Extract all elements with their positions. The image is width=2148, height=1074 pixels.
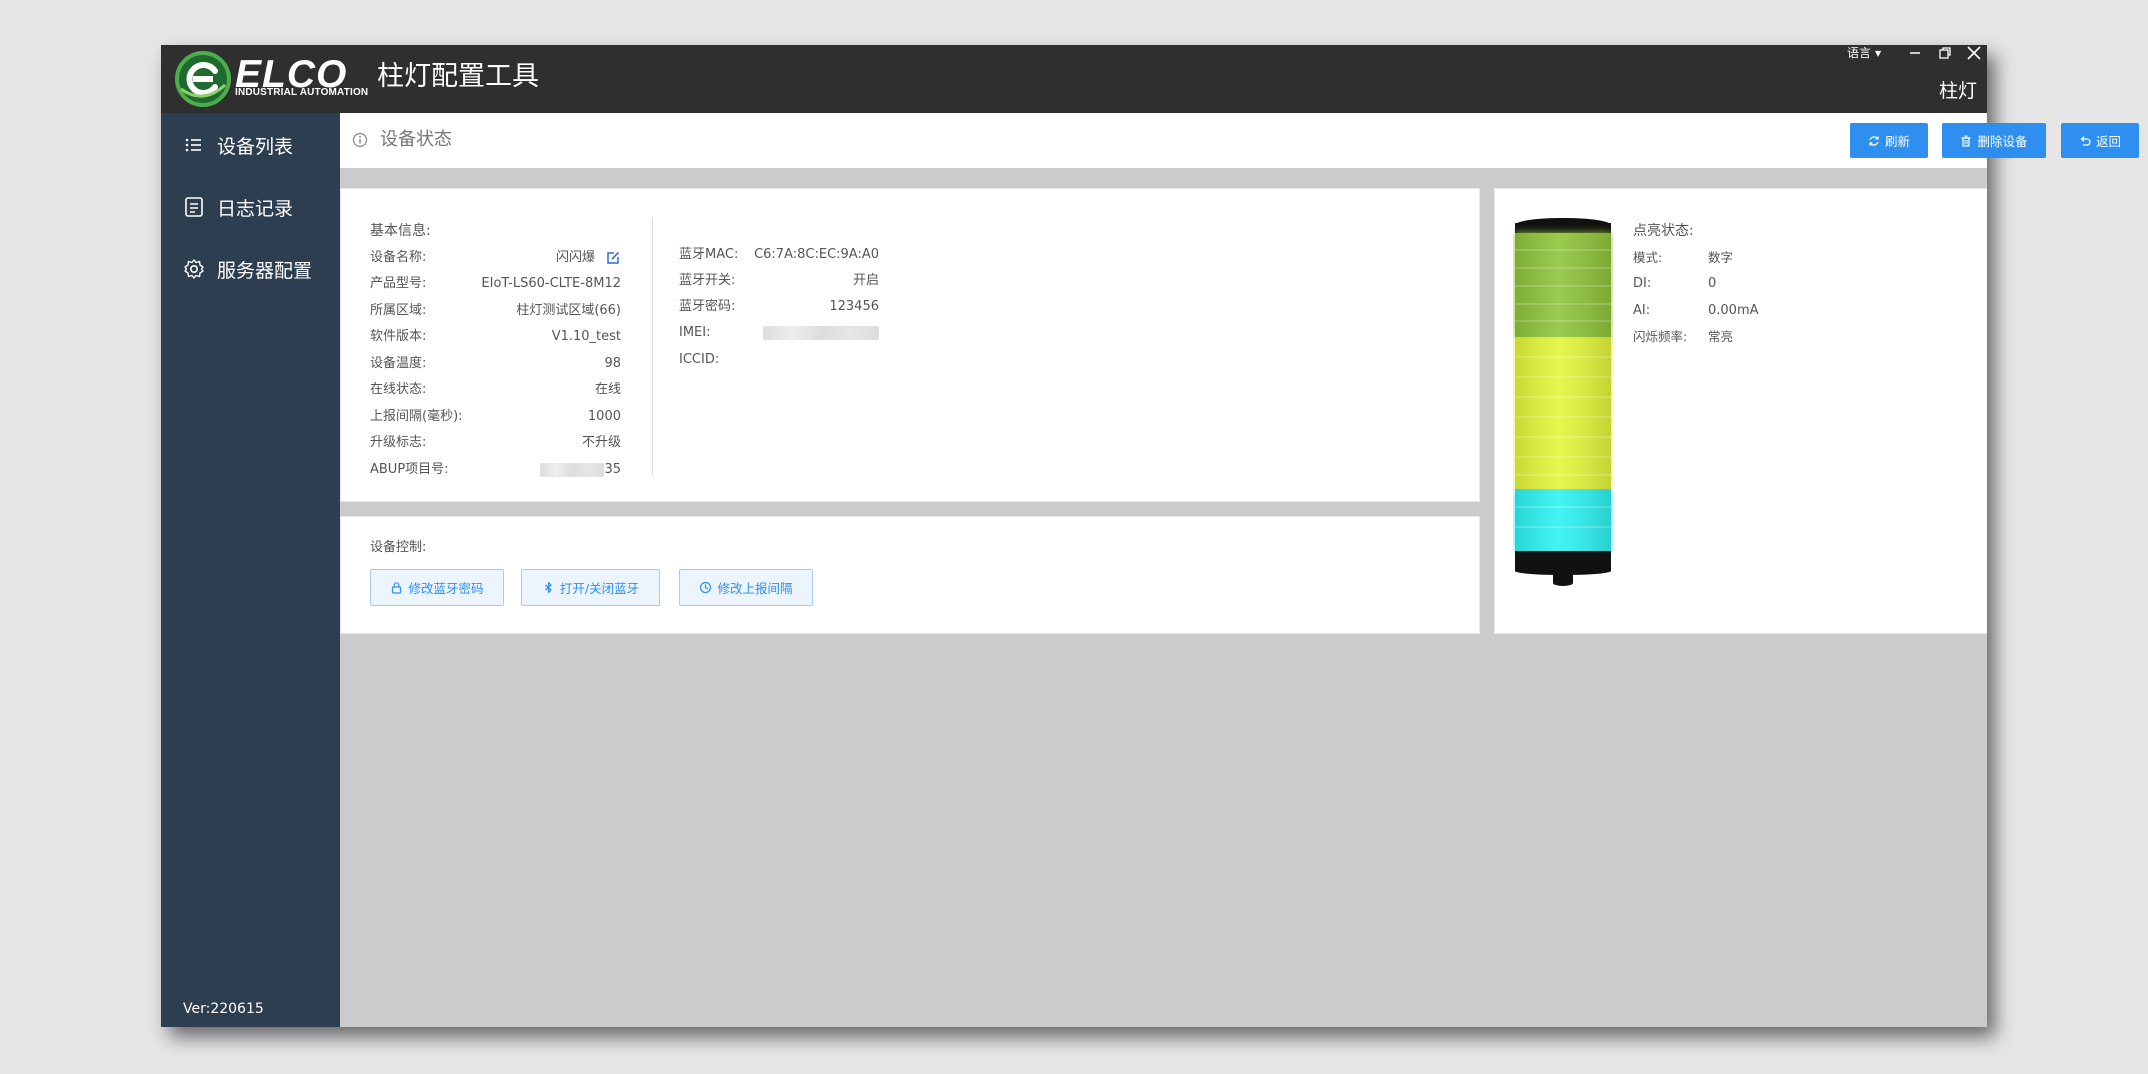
elco-logo-icon: [175, 51, 231, 107]
bluetooth-icon: [544, 581, 552, 594]
back-button[interactable]: 返回: [2061, 123, 2139, 158]
window-subtitle: 柱灯: [1938, 80, 1977, 102]
refresh-icon: [1869, 135, 1879, 146]
delete-device-button[interactable]: 删除设备: [1942, 123, 2046, 158]
sidebar-item-label: 服务器配置: [217, 259, 313, 282]
product-model-label: 产品型号:: [370, 276, 427, 291]
mode-value: 数字: [1708, 250, 1734, 265]
abup-project-value: 35: [540, 461, 621, 479]
mode-label: 模式:: [1633, 250, 1663, 265]
return-icon: [2080, 135, 2091, 146]
upgrade-flag-value: 不升级: [581, 435, 621, 450]
log-icon: [185, 197, 203, 217]
abup-project-suffix: 35: [604, 462, 621, 477]
di-value: 0: [1708, 276, 1717, 291]
di-label: DI:: [1633, 276, 1652, 291]
bt-mac-label: 蓝牙MAC:: [679, 247, 739, 262]
online-status-label: 在线状态:: [370, 382, 427, 397]
imei-label: IMEI:: [679, 325, 711, 340]
column-divider: [652, 217, 653, 475]
change-bt-password-label: 修改蓝牙密码: [408, 581, 484, 596]
page-title: 设备状态: [380, 129, 452, 150]
brand-subtitle: INDUSTRIAL AUTOMATION: [235, 86, 369, 98]
ai-label: AI:: [1633, 303, 1651, 318]
caret-down-icon: ▼: [1875, 48, 1882, 58]
blink-frequency-label: 闪烁频率:: [1633, 329, 1688, 344]
change-interval-label: 修改上报间隔: [717, 581, 793, 596]
toggle-bluetooth-label: 打开/关闭蓝牙: [559, 581, 640, 596]
sidebar-item-logs[interactable]: 日志记录: [161, 185, 340, 229]
trash-icon: [1961, 135, 1971, 147]
bt-mac-value: C6:7A:8C:EC:9A:A0: [754, 247, 879, 262]
toggle-bluetooth-button[interactable]: 打开/关闭蓝牙: [521, 569, 660, 606]
redacted-value: [763, 325, 879, 340]
clock-icon: [700, 581, 712, 594]
minimize-icon[interactable]: [1905, 45, 1925, 61]
region-value: 柱灯测试区域(66): [516, 303, 621, 318]
version-label: Ver:220615: [183, 1001, 264, 1017]
software-version-value: V1.10_test: [551, 329, 621, 344]
delete-device-button-label: 删除设备: [1977, 134, 2028, 149]
temperature-value: 98: [604, 356, 621, 371]
lock-icon: [392, 582, 402, 594]
redacted-value: [540, 462, 605, 477]
region-label: 所属区域:: [370, 303, 427, 318]
bt-password-label: 蓝牙密码:: [679, 299, 736, 314]
refresh-button-label: 刷新: [1884, 134, 1910, 149]
device-info-card: 基本信息: 设备名称: 闪闪爆 产品型号: EIoT-LS60-CLTE-8M1…: [340, 188, 1480, 502]
list-icon: [185, 138, 201, 152]
language-dropdown[interactable]: 语言 ▼: [1847, 45, 1881, 62]
tower-light-icon: [1515, 218, 1611, 586]
device-control-title: 设备控制:: [370, 540, 427, 555]
bt-switch-label: 蓝牙开关:: [679, 273, 736, 288]
device-name-label: 设备名称:: [370, 250, 427, 265]
device-control-card: 设备控制: 修改蓝牙密码 打开/关闭蓝牙 修改上报间隔: [340, 516, 1480, 634]
sidebar-item-label: 设备列表: [217, 135, 294, 158]
software-version-label: 软件版本:: [370, 329, 427, 344]
iccid-label: ICCID:: [679, 352, 720, 367]
bt-password-value: 123456: [829, 299, 879, 314]
upgrade-flag-label: 升级标志:: [370, 435, 427, 450]
back-button-label: 返回: [2095, 134, 2121, 149]
info-icon: [352, 132, 368, 148]
refresh-button[interactable]: 刷新: [1850, 123, 1928, 158]
app-window: ELCO INDUSTRIAL AUTOMATION 柱灯配置工具 语言 ▼ 柱灯…: [161, 45, 2139, 1027]
change-interval-button[interactable]: 修改上报间隔: [679, 569, 813, 606]
sidebar: 设备列表 日志记录 服务器配置 Ver:220615: [161, 113, 340, 1027]
basic-info-title: 基本信息:: [370, 223, 431, 239]
light-status-card: 点亮状态: 模式: 数字 DI: 0 AI: 0.00mA 闪烁频率: 常亮: [1494, 188, 1987, 634]
change-bt-password-button[interactable]: 修改蓝牙密码: [370, 569, 504, 606]
device-name-value: 闪闪爆: [555, 250, 595, 265]
restore-icon[interactable]: [1935, 45, 1955, 61]
report-interval-label: 上报间隔(毫秒):: [370, 409, 463, 424]
app-title: 柱灯配置工具: [377, 61, 539, 92]
gear-icon: [184, 259, 204, 279]
report-interval-value: 1000: [587, 409, 621, 424]
online-status-value: 在线: [594, 382, 621, 397]
close-icon[interactable]: [1964, 45, 1984, 61]
sidebar-item-label: 日志记录: [217, 197, 294, 220]
product-model-value: EIoT-LS60-CLTE-8M12: [481, 276, 621, 291]
sidebar-item-device-list[interactable]: 设备列表: [161, 123, 340, 167]
light-status-title: 点亮状态:: [1633, 223, 1694, 239]
ai-value: 0.00mA: [1708, 303, 1759, 318]
language-label: 语言: [1847, 46, 1872, 60]
abup-project-label: ABUP项目号:: [370, 462, 449, 477]
page-header: 设备状态 刷新 删除设备 返回: [340, 113, 2139, 168]
temperature-label: 设备温度:: [370, 356, 427, 371]
imei-value: [763, 324, 879, 342]
edit-icon[interactable]: [606, 251, 620, 265]
title-bar: ELCO INDUSTRIAL AUTOMATION 柱灯配置工具 语言 ▼ 柱灯: [161, 45, 1987, 113]
bt-switch-value: 开启: [852, 273, 879, 288]
blink-frequency-value: 常亮: [1708, 329, 1734, 344]
sidebar-item-server-config[interactable]: 服务器配置: [161, 247, 340, 291]
